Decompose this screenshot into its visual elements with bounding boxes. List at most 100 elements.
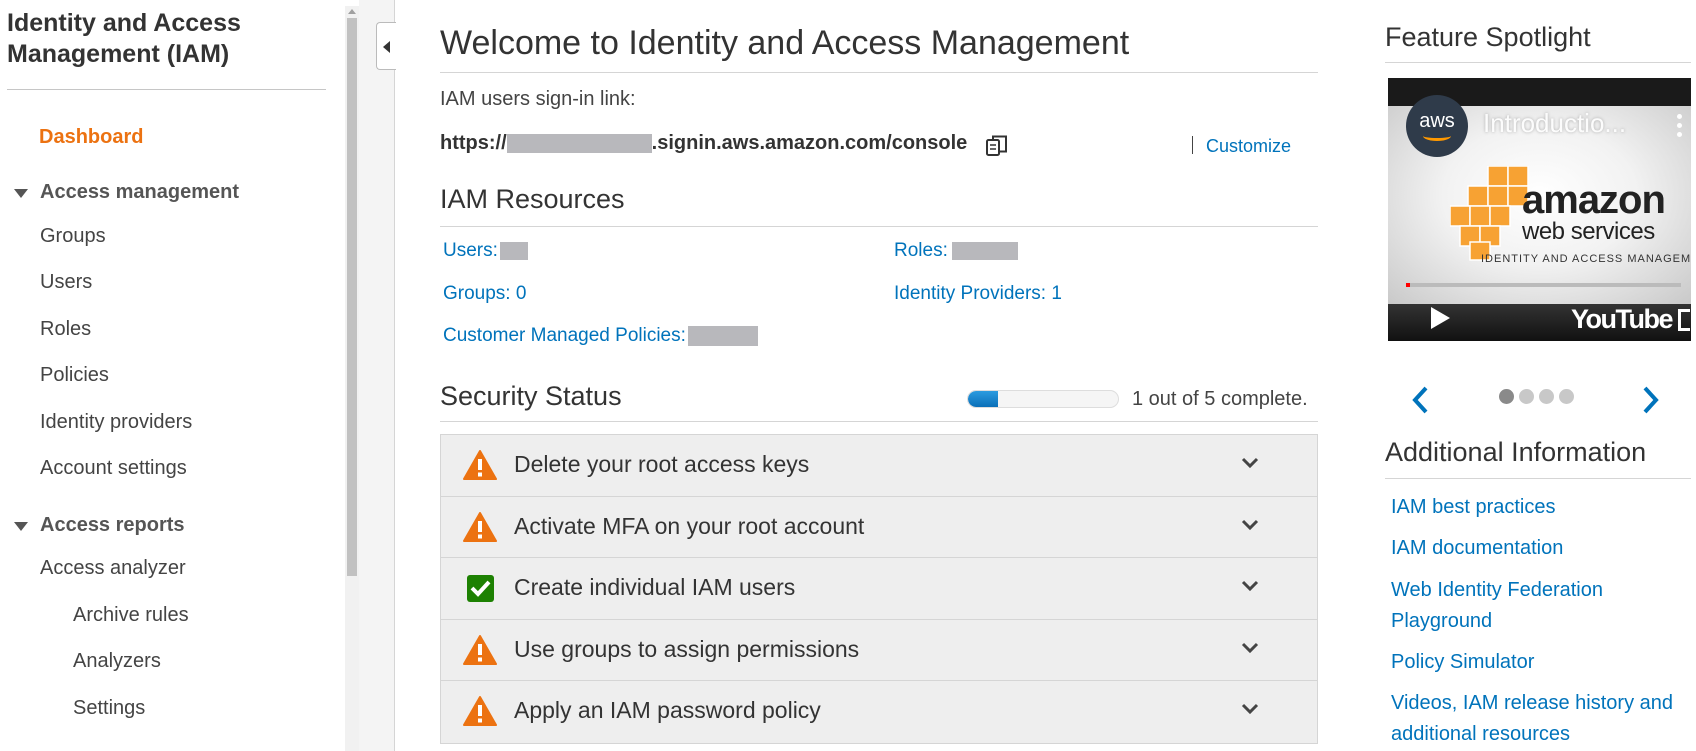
redacted-roles-count	[951, 241, 1018, 260]
resources-divider	[440, 226, 1318, 227]
aws-logo-text: aws	[1419, 110, 1455, 132]
customize-separator	[1192, 136, 1193, 154]
chevron-down-icon[interactable]	[1241, 580, 1259, 592]
feature-spotlight-heading: Feature Spotlight	[1385, 22, 1591, 52]
scroll-up-icon[interactable]	[348, 9, 356, 14]
signin-label: IAM users sign-in link:	[440, 88, 636, 110]
redacted-account-id	[506, 134, 652, 154]
spotlight-divider	[1385, 62, 1691, 63]
video-brand-line2: web services	[1522, 218, 1655, 245]
identity-providers-link[interactable]: Identity Providers: 1	[894, 283, 1062, 305]
sidebar-scrollbar-thumb[interactable]	[347, 18, 357, 576]
youtube-logo[interactable]: YouTube	[1571, 304, 1673, 335]
main-divider	[394, 0, 395, 751]
video-progress-track[interactable]	[1406, 283, 1681, 287]
warning-icon	[463, 634, 497, 665]
groups-link[interactable]: Groups: 0	[443, 283, 526, 305]
spotlight-video[interactable]: amazon web services IDENTITY AND ACCESS …	[1388, 78, 1691, 341]
users-link[interactable]: Users:	[443, 240, 528, 262]
checkmark-icon	[467, 575, 494, 603]
sidebar-item-users[interactable]: Users	[40, 271, 92, 294]
security-item-label: Delete your root access keys	[514, 451, 810, 477]
security-item-label: Activate MFA on your root account	[514, 512, 865, 539]
link-iam-best-practices[interactable]: IAM best practices	[1391, 492, 1691, 523]
chevron-left-icon	[383, 41, 390, 53]
additional-information-heading: Additional Information	[1385, 437, 1647, 467]
signin-url-suffix: .signin.aws.amazon.com/console	[651, 132, 968, 154]
sidebar: Identity and Access Management (IAM) Das…	[0, 0, 345, 751]
sidebar-section-access-reports[interactable]: Access reports	[40, 514, 185, 537]
sidebar-item-settings[interactable]: Settings	[73, 697, 145, 720]
security-item[interactable]: Create individual IAM users	[441, 558, 1317, 620]
security-item-label: Apply an IAM password policy	[514, 697, 821, 724]
copy-icon[interactable]	[984, 133, 1010, 159]
sidebar-divider	[7, 89, 326, 90]
play-icon[interactable]	[1431, 307, 1450, 329]
title-divider	[440, 72, 1318, 73]
link-iam-documentation[interactable]: IAM documentation	[1391, 533, 1691, 564]
sidebar-section-access-management[interactable]: Access management	[40, 181, 239, 204]
additional-divider	[1385, 478, 1691, 479]
page-title: Welcome to Identity and Access Managemen…	[440, 24, 1130, 62]
sidebar-item-identity-providers[interactable]: Identity providers	[40, 411, 192, 434]
aws-smile-icon	[1423, 131, 1451, 141]
link-policy-simulator[interactable]: Policy Simulator	[1391, 647, 1691, 678]
chevron-down-icon[interactable]	[1241, 457, 1259, 469]
sidebar-item-groups[interactable]: Groups	[40, 225, 106, 248]
security-item-label: Use groups to assign permissions	[514, 635, 860, 662]
sidebar-item-analyzers[interactable]: Analyzers	[73, 650, 161, 673]
redacted-policies-count	[687, 325, 758, 346]
security-progress-fill	[968, 391, 998, 407]
warning-icon	[463, 511, 497, 542]
security-progress-text: 1 out of 5 complete.	[1132, 388, 1308, 410]
warning-icon	[463, 450, 497, 480]
chevron-down-icon[interactable]	[1241, 703, 1259, 715]
carousel-dot[interactable]	[1539, 389, 1554, 404]
security-status-heading: Security Status	[440, 381, 622, 411]
sidebar-item-archive-rules[interactable]: Archive rules	[73, 604, 189, 627]
aws-channel-avatar[interactable]: aws	[1406, 95, 1468, 157]
security-divider	[440, 421, 1318, 422]
security-item[interactable]: Activate MFA on your root account	[441, 496, 1317, 559]
chevron-down-icon[interactable]	[1241, 519, 1259, 531]
customer-policies-label: Customer Managed Policies:	[443, 325, 686, 346]
security-item-label: Create individual IAM users	[514, 574, 796, 601]
carousel-next-icon[interactable]	[1641, 385, 1661, 415]
users-label: Users:	[443, 240, 498, 261]
customize-link[interactable]: Customize	[1206, 136, 1291, 157]
link-videos-release-history[interactable]: Videos, IAM release history and addition…	[1391, 688, 1691, 750]
video-subtitle: IDENTITY AND ACCESS MANAGEMENT	[1481, 253, 1691, 265]
sidebar-title: Identity and Access Management (IAM)	[7, 9, 241, 68]
video-title[interactable]: Introductio...	[1483, 108, 1626, 139]
security-item[interactable]: Apply an IAM password policy	[441, 681, 1317, 743]
sidebar-item-access-analyzer[interactable]: Access analyzer	[40, 557, 186, 580]
fullscreen-icon[interactable]	[1678, 309, 1690, 331]
carousel-dot[interactable]	[1519, 389, 1534, 404]
carousel-dot[interactable]	[1559, 389, 1574, 404]
roles-label: Roles:	[894, 240, 948, 261]
customer-managed-policies-link[interactable]: Customer Managed Policies:	[443, 325, 758, 347]
sidebar-item-policies[interactable]: Policies	[40, 364, 109, 387]
caret-down-icon[interactable]	[14, 522, 28, 531]
carousel-indicators	[1499, 389, 1589, 405]
signin-url[interactable]: https:// .signin.aws.amazon.com/console	[440, 132, 967, 155]
video-progress-played	[1406, 283, 1410, 287]
sidebar-item-dashboard[interactable]: Dashboard	[39, 126, 143, 149]
video-brand-line1: amazon	[1522, 178, 1666, 222]
sidebar-gutter	[359, 0, 395, 751]
security-item[interactable]: Delete your root access keys	[441, 435, 1317, 497]
sidebar-item-roles[interactable]: Roles	[40, 318, 91, 341]
caret-down-icon[interactable]	[14, 189, 28, 198]
carousel-prev-icon[interactable]	[1410, 385, 1430, 415]
carousel-dot[interactable]	[1499, 389, 1514, 404]
security-item[interactable]: Use groups to assign permissions	[441, 619, 1317, 682]
sidebar-item-account-settings[interactable]: Account settings	[40, 457, 187, 480]
signin-url-prefix: https://	[440, 132, 507, 154]
link-web-identity-federation-playground[interactable]: Web Identity Federation Playground	[1391, 575, 1631, 637]
warning-icon	[463, 696, 497, 727]
more-options-icon[interactable]	[1677, 114, 1683, 140]
roles-link[interactable]: Roles:	[894, 240, 1018, 262]
chevron-down-icon[interactable]	[1241, 642, 1259, 654]
security-progress-bar	[967, 390, 1119, 408]
collapse-sidebar-button[interactable]	[376, 22, 396, 70]
